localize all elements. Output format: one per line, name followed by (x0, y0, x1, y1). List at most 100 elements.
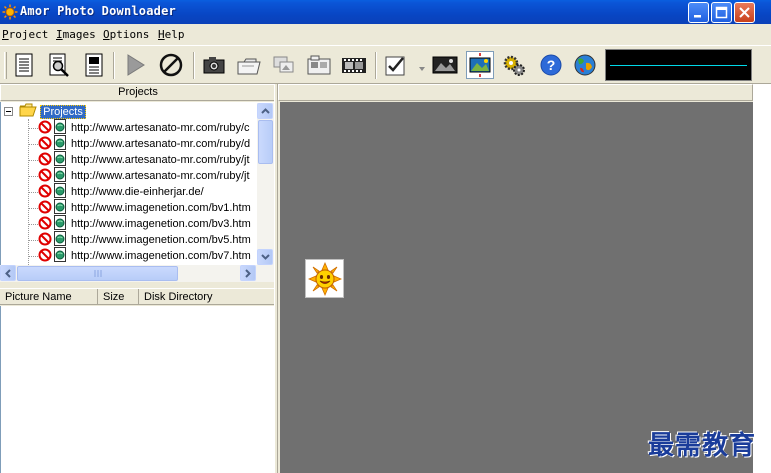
film-icon (342, 58, 366, 73)
watermark-text: 最需教育 (648, 431, 757, 461)
web-page-icon (54, 151, 66, 166)
tree-vertical-thumb[interactable] (258, 120, 273, 164)
app-window: Amor Photo Downloader Project Images Opt… (0, 0, 771, 473)
project-item[interactable]: http://www.artesanato-mr.com/ruby/jt (29, 167, 250, 183)
new-project-icon (15, 53, 33, 77)
app-sun-icon (2, 4, 18, 20)
image-viewer-button[interactable] (466, 51, 494, 79)
image-preview-area[interactable] (280, 102, 753, 473)
search-page-button[interactable] (45, 51, 73, 79)
web-page-icon (54, 247, 66, 262)
scroll-grip-icon (94, 270, 102, 277)
play-button[interactable] (121, 51, 149, 79)
blocked-icon (38, 248, 52, 262)
scroll-left-button[interactable] (0, 265, 16, 281)
chevron-right-icon (245, 268, 251, 278)
project-item[interactable]: http://www.die-einherjar.de/ (29, 183, 204, 199)
camera-button[interactable] (200, 51, 228, 79)
tree-root[interactable]: Projects (4, 103, 86, 119)
toolbar-separator (375, 52, 377, 79)
image-thumbnail[interactable] (305, 259, 344, 298)
web-page-icon (54, 183, 66, 198)
photos-button[interactable] (270, 51, 298, 79)
blocked-icon (38, 168, 52, 182)
tree-horizontal-thumb[interactable] (17, 266, 178, 281)
tree-branch (29, 223, 38, 225)
scroll-right-button[interactable] (240, 265, 256, 281)
web-page-icon (54, 199, 66, 214)
web-page-icon (54, 167, 66, 182)
project-item[interactable]: http://www.imagenetion.com/bv1.htm (29, 199, 251, 215)
collapse-icon[interactable] (4, 107, 13, 116)
column-picture-name[interactable]: Picture Name (0, 289, 98, 305)
tree-vertical-scrollbar[interactable] (257, 103, 274, 265)
search-page-icon (49, 53, 69, 77)
tree-branch (29, 207, 38, 209)
menu-options[interactable]: Options (103, 28, 149, 41)
project-item[interactable]: http://www.imagenetion.com/bv3.htm (29, 215, 251, 231)
photos-icon (273, 56, 294, 73)
new-project-button[interactable] (10, 51, 38, 79)
image-dark-button[interactable] (431, 51, 459, 79)
projects-tree[interactable]: Projects http://www.artesanato-mr.com/ru… (0, 102, 274, 265)
image-viewer-icon (469, 53, 491, 77)
project-url: http://www.artesanato-mr.com/ruby/c (71, 122, 250, 134)
stop-button[interactable] (157, 51, 185, 79)
scroll-down-button[interactable] (257, 249, 273, 265)
checklist-dropdown-arrow[interactable] (418, 63, 426, 71)
column-size[interactable]: Size (98, 289, 139, 305)
help-button[interactable]: ? (537, 51, 565, 79)
smiling-sun-icon (307, 261, 342, 296)
maximize-icon (715, 6, 728, 19)
menu-project[interactable]: Project (2, 28, 48, 41)
blocked-icon (38, 216, 52, 230)
tree-horizontal-scrollbar[interactable] (0, 265, 274, 282)
preview-header (278, 84, 753, 101)
tree-root-label[interactable]: Projects (40, 105, 86, 119)
chevron-down-icon (260, 254, 270, 260)
title-bar[interactable]: Amor Photo Downloader (0, 0, 771, 24)
project-url: http://www.imagenetion.com/bv5.htm (71, 234, 251, 246)
document-list-button[interactable] (80, 51, 108, 79)
tree-branch (29, 127, 38, 129)
project-url: http://www.imagenetion.com/bv3.htm (71, 218, 251, 230)
column-disk-directory[interactable]: Disk Directory (139, 289, 274, 305)
project-url: http://www.die-einherjar.de/ (71, 186, 204, 198)
tree-branch (29, 191, 38, 193)
project-item[interactable]: http://www.imagenetion.com/bv7.htm (29, 247, 251, 263)
web-page-icon (54, 231, 66, 246)
menu-help[interactable]: Help (158, 28, 185, 41)
folder-images-icon (307, 55, 331, 75)
file-list[interactable] (0, 306, 274, 473)
chevron-down-icon (419, 67, 425, 71)
menu-images[interactable]: Images (56, 28, 96, 41)
project-item[interactable]: http://www.artesanato-mr.com/ruby/c (29, 119, 250, 135)
film-button[interactable] (340, 51, 368, 79)
maximize-button[interactable] (711, 2, 732, 23)
project-item[interactable]: http://www.artesanato-mr.com/ruby/jt (29, 151, 250, 167)
project-item[interactable]: http://www.artesanato-mr.com/ruby/d (29, 135, 250, 151)
project-url: http://www.artesanato-mr.com/ruby/d (71, 138, 251, 150)
settings-button[interactable] (501, 51, 529, 79)
checklist-icon (385, 56, 405, 76)
panel-splitter[interactable] (274, 84, 278, 473)
checklist-button[interactable] (383, 51, 411, 79)
traffic-monitor (605, 49, 752, 81)
camera-icon (203, 57, 225, 74)
open-folder-icon (19, 103, 37, 117)
open-folder-button[interactable] (235, 51, 263, 79)
folder-images-button[interactable] (305, 51, 333, 79)
scroll-up-button[interactable] (257, 103, 273, 119)
window-title: Amor Photo Downloader (20, 4, 176, 18)
project-url: http://www.imagenetion.com/bv1.htm (71, 202, 251, 214)
web-page-icon (54, 119, 66, 134)
close-button[interactable] (734, 2, 755, 23)
web-page-icon (54, 135, 66, 150)
globe-button[interactable] (571, 51, 599, 79)
web-page-icon (54, 215, 66, 230)
project-item[interactable]: http://www.imagenetion.com/bv5.htm (29, 231, 251, 247)
file-list-header: Picture Name Size Disk Directory (0, 288, 274, 305)
minimize-button[interactable] (688, 2, 709, 23)
chevron-left-icon (5, 268, 11, 278)
toolbar-grip[interactable] (4, 52, 7, 79)
